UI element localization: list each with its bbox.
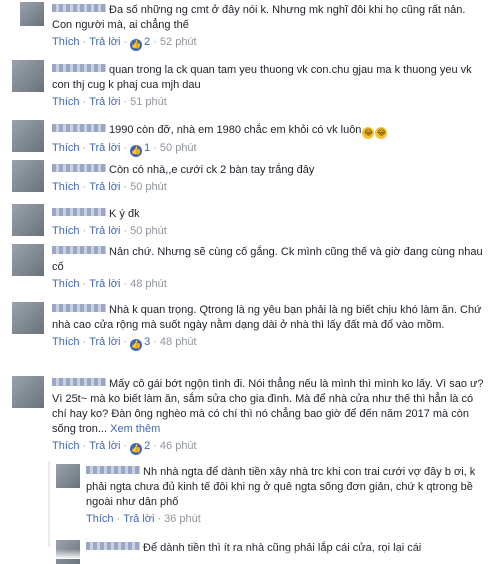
comment-time[interactable]: 50 phút xyxy=(160,142,197,154)
comment-meta: Thích · Trả lời · 51 phút xyxy=(52,96,167,108)
avatar[interactable] xyxy=(12,120,44,152)
avatar[interactable] xyxy=(12,376,44,408)
reply-link[interactable]: Trả lời xyxy=(89,142,120,154)
like-link[interactable]: Thích xyxy=(52,181,80,193)
comment-time[interactable]: 36 phút xyxy=(164,513,201,525)
like-link[interactable]: Thích xyxy=(52,278,80,290)
comment-meta: Thích · Trả lời · 50 phút xyxy=(52,225,167,237)
comment-meta: Thích · Trả lời · 50 phút xyxy=(52,181,167,193)
commenter-name[interactable] xyxy=(86,466,140,474)
like-link[interactable]: Thích xyxy=(52,336,80,348)
like-icon: 👍 xyxy=(130,39,143,51)
commenter-name[interactable] xyxy=(52,304,106,312)
avatar[interactable] xyxy=(20,2,44,26)
like-link[interactable]: Thích xyxy=(86,513,114,525)
like-icon: 👍 xyxy=(130,144,143,157)
like-count[interactable]: 1 xyxy=(144,142,150,154)
comment-text: Nh nhà ngta để dành tiền xây nhà trc khi… xyxy=(86,466,476,508)
comment-time[interactable]: 46 phút xyxy=(160,440,197,452)
commenter-name[interactable] xyxy=(52,378,106,386)
reply-link[interactable]: Trả lời xyxy=(89,440,120,452)
comment-meta: Thích · Trả lời · 👍 2 · 52 phút xyxy=(52,36,197,51)
like-count[interactable]: 3 xyxy=(144,336,150,348)
see-more-link[interactable]: Xem thêm xyxy=(110,423,160,435)
commenter-name[interactable] xyxy=(52,124,106,132)
laughing-emoji-icon: 😂 xyxy=(375,126,388,139)
comment-text: quan trong la ck quan tam yeu thuong vk … xyxy=(52,64,472,91)
comment-time[interactable]: 52 phút xyxy=(160,36,197,48)
comment-text: 1990 còn đỡ, nhà em 1980 chắc em khỏi có… xyxy=(109,124,362,136)
comment-time[interactable]: 50 phút xyxy=(130,225,167,237)
reply-link[interactable]: Trả lời xyxy=(123,513,154,525)
reply-link[interactable]: Trả lời xyxy=(89,181,120,193)
comment-time[interactable]: 48 phút xyxy=(160,336,197,348)
commenter-name[interactable] xyxy=(52,164,106,172)
like-count[interactable]: 2 xyxy=(144,36,150,48)
comment-time[interactable]: 51 phút xyxy=(130,96,167,108)
comment-meta: Thích · Trả lời · 48 phút xyxy=(52,278,167,290)
reply-link[interactable]: Trả lời xyxy=(89,336,120,348)
avatar[interactable] xyxy=(12,160,44,192)
bottom-fade xyxy=(0,549,491,559)
reply-link[interactable]: Trả lời xyxy=(89,36,120,48)
laughing-emoji-icon: 😂 xyxy=(362,126,375,139)
avatar[interactable] xyxy=(56,464,80,488)
comment-text: Nhà k quan trọng. Qtrong là ng yêu bạn p… xyxy=(52,304,482,331)
comment-meta: Thích · Trả lời · 36 phút xyxy=(86,513,201,525)
like-link[interactable]: Thích xyxy=(52,225,80,237)
avatar[interactable] xyxy=(12,204,44,236)
commenter-name[interactable] xyxy=(52,208,106,216)
comment-text: Còn có nhà,,e cưới ck 2 bàn tay trắng đâ… xyxy=(109,164,315,176)
reply-link[interactable]: Trả lời xyxy=(89,278,120,290)
reply-thread-line xyxy=(48,461,50,547)
reply-link[interactable]: Trả lời xyxy=(89,225,120,237)
commenter-name[interactable] xyxy=(52,246,106,254)
comment-text: Đa số những ng cmt ở đây nói k. Nhưng mk… xyxy=(52,4,466,31)
comment-text: K ý đk xyxy=(109,208,140,220)
comment-text: Nản chứ. Nhưng sẽ cùng cố gắng. Ck mình … xyxy=(52,246,483,273)
comment-feed: Đa số những ng cmt ở đây nói k. Nhưng mk… xyxy=(0,0,491,564)
comment-meta: Thích · Trả lời · 👍 3 · 48 phút xyxy=(52,336,197,351)
avatar[interactable] xyxy=(12,60,44,92)
avatar[interactable] xyxy=(12,302,44,334)
like-icon: 👍 xyxy=(130,339,143,351)
like-count[interactable]: 2 xyxy=(144,440,150,452)
like-link[interactable]: Thích xyxy=(52,142,80,154)
comment-time[interactable]: 50 phút xyxy=(130,181,167,193)
comment-time[interactable]: 48 phút xyxy=(130,278,167,290)
reply-link[interactable]: Trả lời xyxy=(89,96,120,108)
avatar[interactable] xyxy=(12,244,44,276)
comment-meta: Thích · Trả lời · 👍 2 · 46 phút xyxy=(52,440,197,455)
like-link[interactable]: Thích xyxy=(52,36,80,48)
commenter-name[interactable] xyxy=(52,4,106,12)
like-link[interactable]: Thích xyxy=(52,440,80,452)
like-link[interactable]: Thích xyxy=(52,96,80,108)
like-icon: 👍 xyxy=(130,443,143,455)
comment-meta: Thích · Trả lời · 👍 1 · 50 phút xyxy=(52,141,197,157)
commenter-name[interactable] xyxy=(52,64,106,72)
